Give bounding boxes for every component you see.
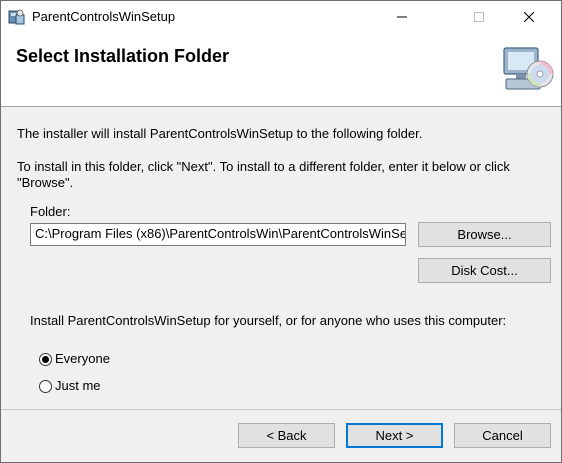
radio-selected-dot (42, 356, 49, 363)
install-scope-text: Install ParentControlsWinSetup for yours… (30, 313, 507, 328)
window-title: ParentControlsWinSetup (32, 9, 176, 24)
minimize-icon (397, 16, 407, 18)
page-title: Select Installation Folder (16, 46, 230, 66)
browse-button[interactable]: Browse... (418, 222, 551, 247)
radio-everyone-label[interactable]: Everyone (55, 351, 110, 367)
folder-label: Folder: (30, 204, 71, 219)
title-bar[interactable]: ParentControlsWinSetup (1, 1, 561, 32)
installer-window: ParentControlsWinSetup Select Installati… (0, 0, 562, 463)
back-button[interactable]: < Back (238, 423, 335, 448)
installer-app-icon (8, 8, 26, 26)
instructions-text: To install in this folder, click "Next".… (17, 159, 510, 190)
radio-everyone[interactable] (39, 353, 52, 366)
maximize-icon (474, 12, 484, 22)
close-button[interactable] (506, 1, 552, 32)
maximize-button (456, 1, 502, 32)
footer-separator (1, 409, 561, 410)
folder-path-input[interactable]: C:\Program Files (x86)\ParentControlsWin… (30, 223, 406, 246)
close-icon (524, 12, 534, 22)
radio-just-me-label[interactable]: Just me (55, 378, 101, 394)
header-banner: Select Installation Folder (1, 32, 561, 107)
disk-cost-button[interactable]: Disk Cost... (418, 258, 551, 283)
next-button[interactable]: Next > (346, 423, 443, 448)
intro-text: The installer will install ParentControl… (17, 126, 423, 141)
computer-cd-icon (500, 44, 556, 96)
cancel-button[interactable]: Cancel (454, 423, 551, 448)
minimize-button[interactable] (379, 1, 425, 32)
radio-just-me[interactable] (39, 380, 52, 393)
